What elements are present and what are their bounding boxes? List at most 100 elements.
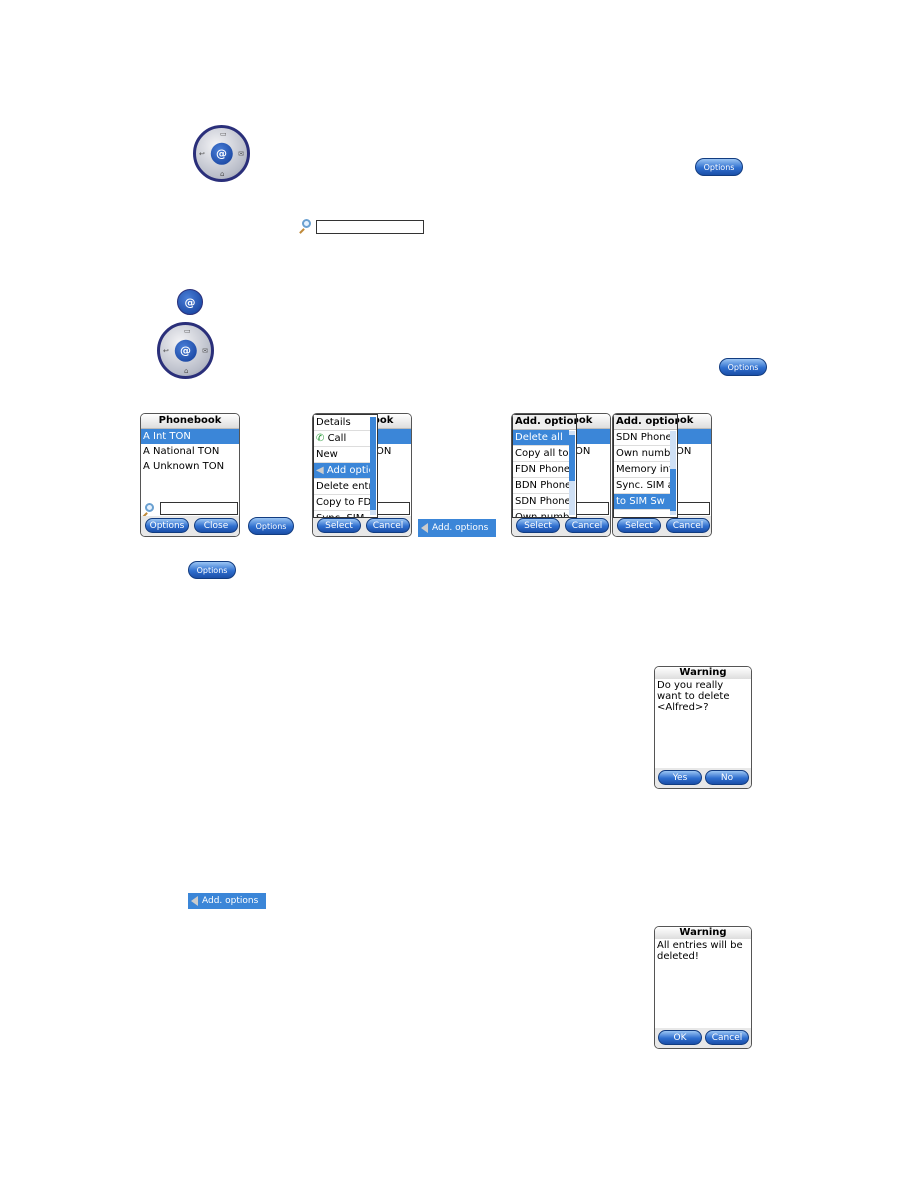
options-button: Options [248,517,294,535]
menu-item: Own number [513,510,569,518]
menu-item-label: Call [327,433,347,444]
dialog-message: All entries will be deleted! [657,940,743,962]
menu-item-label: to SIM Sw [616,496,665,507]
search-icon [302,219,311,228]
add-options-item: Add. options [418,519,496,537]
scrollbar [370,417,376,515]
dialog-title: Warning [655,667,751,679]
select-button: Select [516,518,560,533]
select-button: Select [617,518,661,533]
menu-item-label: Memory info [616,464,670,475]
softkey-bar: Options Close [141,516,239,536]
menu-item-label: BDN Phonebook [515,480,569,491]
cancel-button: Cancel [366,518,410,533]
select-button: Select [317,518,361,533]
softkey-bar: Select Cancel [613,516,711,536]
no-button: No [705,770,749,785]
menu-item: New [314,447,370,463]
navigation-key-icon: ▭ ↩ ✉ ⌂ @ [193,125,250,182]
options-button: Options [719,358,767,376]
yes-button: Yes [658,770,702,785]
manual-page: ▭ ↩ ✉ ⌂ @ Options @ ▭ ↩ ✉ ⌂ @ Options Phoneboo… [0,0,918,1188]
menu-title: Add. options [513,415,576,430]
menu-item-label: Details [316,417,351,428]
phone-screen: PhonebookA National TONSelectCancelAdd. … [612,413,712,537]
screen-title: Phonebook [141,414,239,429]
at-icon: @ [210,142,233,165]
popup-menu: Add. options Delete all Copy all to FDN FDN… [512,414,577,518]
softkey-bar: OK Cancel [655,1028,751,1048]
softkey-bar: Select Cancel [512,516,610,536]
menu-item: Sync. SIM all [614,478,670,494]
add-options-label: Add. options [202,896,259,906]
list-item: A National TON [143,446,220,457]
dialog-message: Do you really want to delete <Alfred>? [657,680,730,713]
left-arrow-icon [421,523,428,533]
menu-item: Memory info [614,462,670,478]
menu-item-label: Delete entry [316,481,370,492]
menu-item: FDN Phonebook [513,462,569,478]
search-field [316,220,424,234]
cancel-button: Cancel [565,518,609,533]
menu-item-label: Copy to FDN [316,497,370,508]
menu-item: ✆ Call [314,431,370,447]
menu-item-label: SDN Phonebook [616,432,670,443]
menu-item-label: Copy all to FDN [515,448,569,459]
menu-item-label: FDN Phonebook [515,464,569,475]
menu-item: Own number [614,446,670,462]
search-icon [145,503,154,512]
left-arrow-icon [191,896,198,906]
ok-button: OK [658,1030,702,1045]
popup-menu: Details ✆ Call New ◀ Add options Delete entr… [313,414,378,518]
add-options-item: Add. options [188,893,266,909]
menu-item: Delete entry [314,479,370,495]
close-button: Close [194,518,238,533]
at-icon: @ [174,339,197,362]
scrollbar-thumb [670,468,676,511]
menu-item-label: Add options [326,465,370,476]
navigation-key-icon: ▭ ↩ ✉ ⌂ @ [157,322,214,379]
list-item: A Int TON [141,429,239,444]
menu-item-label: Sync. SIM all [616,480,670,491]
menu-item-label: Own number [616,448,670,459]
dialog-title: Warning [655,927,751,939]
menu-item: ◀ Add options [314,463,370,479]
at-symbol: @ [184,295,196,309]
menu-item: Copy to FDN [314,495,370,511]
options-button: Options [695,158,743,176]
scrollbar-thumb [370,417,376,511]
left-arrow-icon: ◀ [316,465,327,476]
menu-item-label: New [316,449,338,460]
menu-item-label: Own number [515,512,569,518]
menu-title: Add. options [614,415,677,430]
options-button: Options [188,561,236,579]
search-field [160,502,238,515]
phone-screen: Phonebook A Int TON A National TON A Unknow… [140,413,240,537]
softkey-bar: Yes No [655,768,751,788]
scrollbar [569,431,575,515]
menu-item: to SIM Sw [614,494,670,510]
popup-menu: Add. options SDN Phonebook Own number Memor… [613,414,678,518]
menu-item: BDN Phonebook [513,478,569,494]
cancel-button: Cancel [705,1030,749,1045]
scrollbar-thumb [569,435,575,482]
menu-item: Sync. SIM [314,511,370,517]
phone-screen: PhonebookA National TONSelectCancelDetai… [312,413,412,537]
options-button: Options [145,518,189,533]
menu-item: SDN Phonebook [513,494,569,510]
warning-dialog: Warning Do you really want to delete <Alf… [654,666,752,789]
add-options-label: Add. options [432,523,489,533]
menu-item: Details [314,415,370,431]
menu-item-label: SDN Phonebook [515,496,569,507]
menu-item: Copy all to FDN [513,446,569,462]
warning-dialog: Warning All entries will be deleted! OK Can… [654,926,752,1049]
menu-item-label: Sync. SIM [316,513,364,517]
menu-item: SDN Phonebook [614,430,670,446]
menu-item-label: Delete all [515,432,563,443]
phone-icon: ✆ [316,433,328,444]
at-key-icon: @ [177,289,203,315]
scrollbar [670,431,676,515]
list-item: A Unknown TON [143,461,225,472]
menu-item: Delete all [513,430,569,446]
phone-screen: PhonebookA National TONSelectCancelAdd. … [511,413,611,537]
